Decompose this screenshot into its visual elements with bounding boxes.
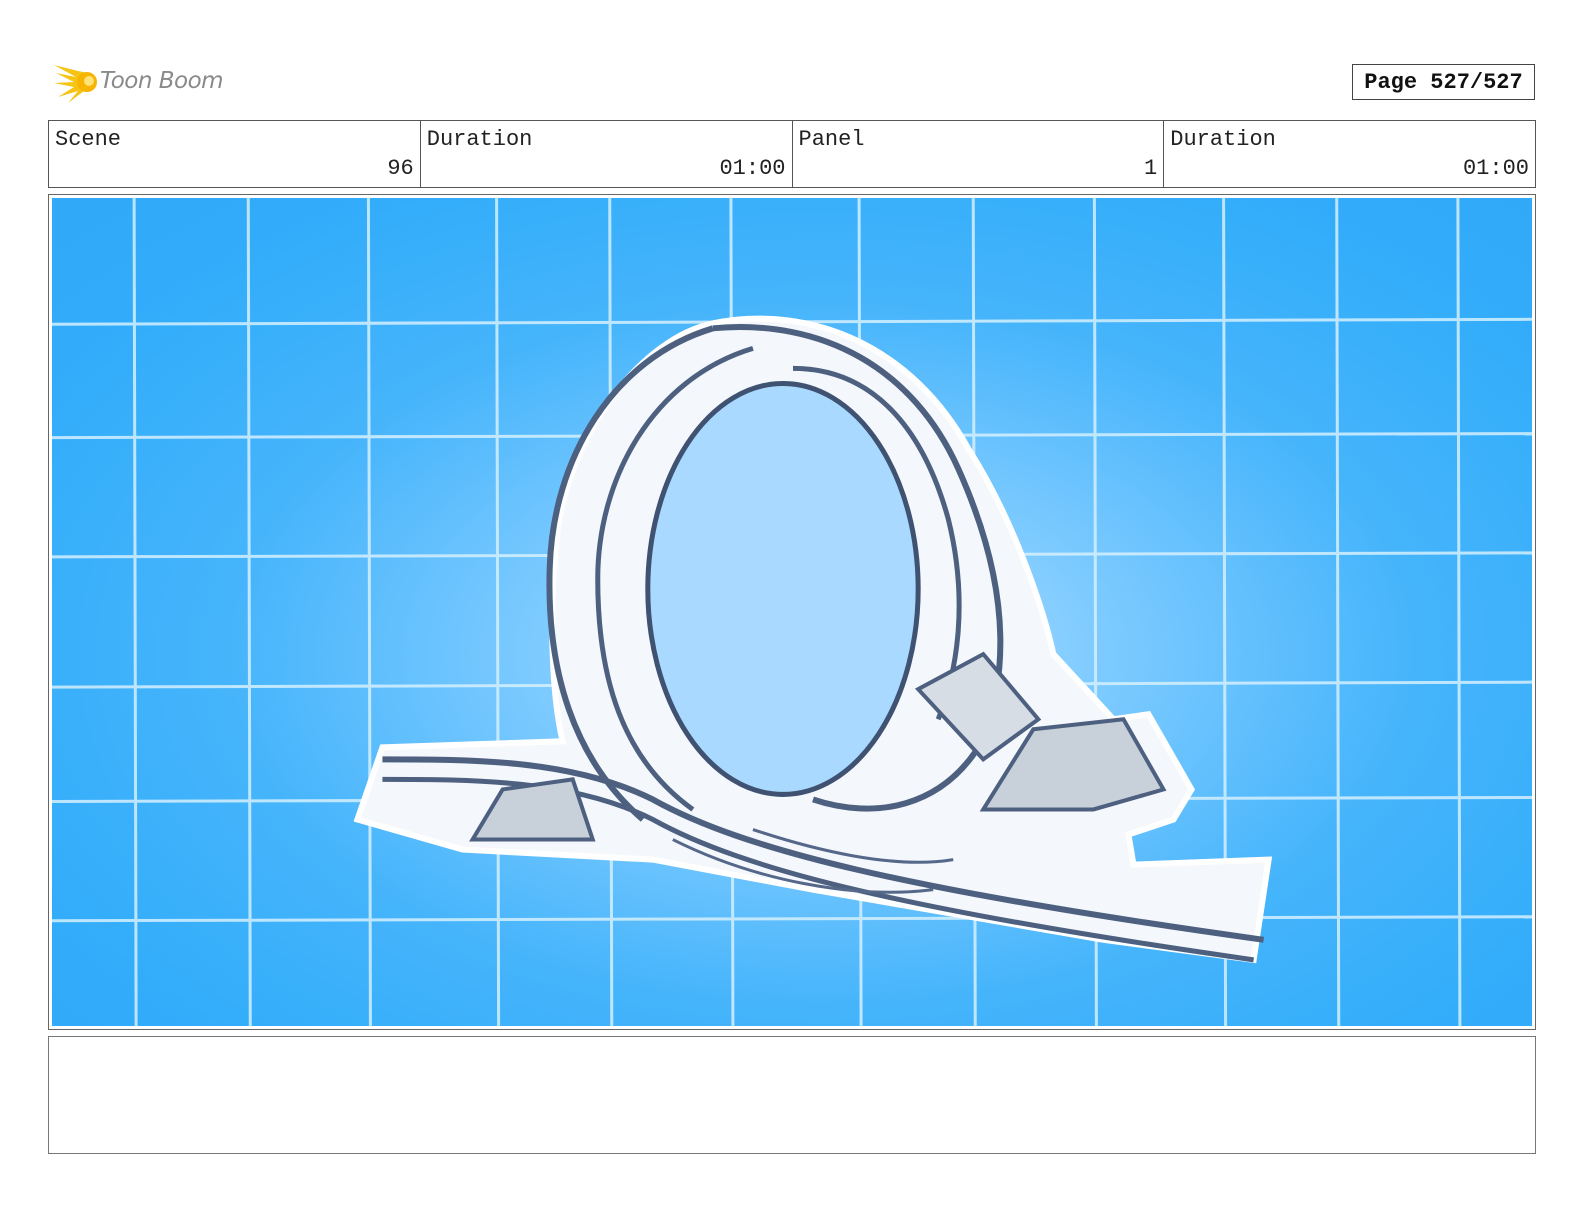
coaster-track xyxy=(353,315,1273,964)
panel-image xyxy=(52,198,1532,1026)
panel-notes xyxy=(48,1036,1536,1154)
starburst-logo-icon xyxy=(54,65,97,103)
scene-cell: Scene 96 xyxy=(49,121,421,187)
scene-duration-cell: Duration 01:00 xyxy=(421,121,793,187)
scene-info-table: Scene 96 Duration 01:00 Panel 1 Duration… xyxy=(48,120,1536,188)
scene-label: Scene xyxy=(55,127,122,152)
page-number: Page 527/527 xyxy=(1352,64,1535,100)
storyboard-panel xyxy=(48,194,1536,1030)
panel-cell: Panel 1 xyxy=(793,121,1165,187)
scene-duration-label: Duration xyxy=(426,127,533,152)
toon-boom-logo: Toon Boom xyxy=(50,55,250,107)
panel-label: Panel xyxy=(798,127,865,152)
panel-duration-label: Duration xyxy=(1170,127,1276,152)
panel-duration-cell: Duration 01:00 xyxy=(1164,121,1535,187)
logo-text: Toon Boom xyxy=(100,68,224,94)
panel-duration-value: 01:00 xyxy=(1462,156,1529,181)
roller-coaster-loop-illustration xyxy=(52,198,1532,1026)
scene-value: 96 xyxy=(387,156,414,181)
scene-duration-value: 01:00 xyxy=(719,156,786,181)
panel-value: 1 xyxy=(1144,156,1158,181)
